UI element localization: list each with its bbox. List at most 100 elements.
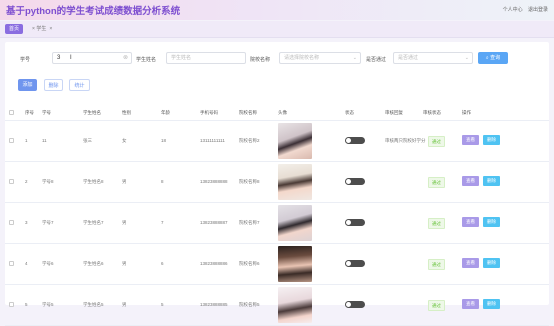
status-badge: 通过 bbox=[428, 136, 445, 147]
tab-student[interactable]: × 学生 × bbox=[28, 24, 56, 34]
col-gender: 性别 bbox=[122, 110, 131, 115]
status-toggle[interactable] bbox=[345, 219, 365, 226]
cell-phone: 13823888887 bbox=[200, 220, 228, 225]
cell-school: 院校名称7 bbox=[239, 220, 260, 225]
cell-name: 学生姓名5 bbox=[83, 302, 104, 307]
cell-name: 张三 bbox=[83, 138, 92, 143]
query-button[interactable]: ⌕ 查询 bbox=[478, 52, 508, 64]
cell-school: 院校名称8 bbox=[239, 179, 260, 184]
col-student-id: 学号 bbox=[42, 110, 51, 115]
delete-button[interactable]: 删除 bbox=[483, 135, 500, 145]
row-checkbox[interactable] bbox=[9, 138, 14, 143]
clear-icon[interactable]: ⊗ bbox=[123, 53, 128, 63]
avatar bbox=[278, 123, 312, 159]
watermark: CSDN @一点毕设 bbox=[470, 290, 543, 300]
cell-index: 2 bbox=[25, 179, 28, 184]
cell-name: 学生姓名6 bbox=[83, 261, 104, 266]
status-badge: 通过 bbox=[428, 300, 445, 311]
cell-school: 院校名称2 bbox=[239, 138, 260, 143]
cell-index: 4 bbox=[25, 261, 28, 266]
student-name-label: 学生姓名 bbox=[136, 57, 157, 63]
view-button[interactable]: 查看 bbox=[462, 176, 479, 186]
header-user-menu: 个人中心 退出登录 bbox=[499, 6, 548, 13]
view-button[interactable]: 查看 bbox=[462, 217, 479, 227]
toggle-knob bbox=[346, 179, 351, 184]
cell-age: 8 bbox=[161, 179, 164, 184]
col-status: 状态 bbox=[345, 110, 354, 115]
cell-index: 3 bbox=[25, 220, 28, 225]
status-toggle[interactable] bbox=[345, 260, 365, 267]
cell-student-id: 学号6 bbox=[42, 261, 54, 266]
cell-phone: 13823888888 bbox=[200, 179, 228, 184]
cell-index: 1 bbox=[25, 138, 28, 143]
select-all-checkbox[interactable] bbox=[9, 110, 14, 115]
delete-button[interactable]: 删除 bbox=[483, 176, 500, 186]
cell-gender: 男 bbox=[122, 220, 127, 225]
app-header: 基于python的学生考试成绩数据分析系统 个人中心 退出登录 bbox=[0, 0, 554, 20]
avatar bbox=[278, 164, 312, 200]
col-school: 院校名称 bbox=[239, 110, 257, 115]
table-row: 4 学号6 学生姓名6 男 6 13823888886 院校名称6 通过 查看 删除 bbox=[5, 244, 549, 285]
status-badge: 通过 bbox=[428, 259, 445, 270]
avatar bbox=[278, 205, 312, 241]
student-id-input[interactable]: 3 I ⊗ bbox=[52, 52, 132, 64]
col-phone: 手机号码 bbox=[200, 110, 218, 115]
col-index: 序号 bbox=[25, 110, 34, 115]
batch-delete-button[interactable]: 删除 bbox=[44, 79, 63, 91]
toggle-knob bbox=[346, 220, 351, 225]
text-cursor-icon: I bbox=[70, 55, 72, 61]
view-button[interactable]: 查看 bbox=[462, 135, 479, 145]
cell-name: 学生姓名8 bbox=[83, 179, 104, 184]
passed-select[interactable]: 是否通过 ⌄ bbox=[393, 52, 473, 64]
cell-gender: 男 bbox=[122, 179, 127, 184]
col-review-status: 审核状态 bbox=[423, 110, 441, 115]
close-icon[interactable]: × bbox=[49, 26, 52, 32]
view-button[interactable]: 查看 bbox=[462, 258, 479, 268]
cell-student-id: 学号5 bbox=[42, 302, 54, 307]
delete-button[interactable]: 删除 bbox=[483, 217, 500, 227]
chevron-down-icon: ⌄ bbox=[352, 55, 357, 61]
col-name: 学生姓名 bbox=[83, 110, 101, 115]
row-checkbox[interactable] bbox=[9, 179, 14, 184]
stats-button[interactable]: 统计 bbox=[69, 79, 90, 91]
tab-home[interactable]: 首页 bbox=[5, 24, 24, 34]
cell-gender: 男 bbox=[122, 302, 127, 307]
status-badge: 通过 bbox=[428, 177, 445, 188]
row-checkbox[interactable] bbox=[9, 261, 14, 266]
main-panel: 学号 3 I ⊗ 学生姓名 学生姓名 院校名称 请选择院校名称 ⌄ 是否通过 是… bbox=[5, 42, 549, 326]
cell-school: 院校名称6 bbox=[239, 261, 260, 266]
status-toggle[interactable] bbox=[345, 137, 365, 144]
user-center-link[interactable]: 个人中心 bbox=[503, 7, 523, 13]
student-id-label: 学号 bbox=[20, 57, 31, 63]
passed-label: 是否通过 bbox=[366, 57, 387, 63]
cell-student-id: 学号8 bbox=[42, 179, 54, 184]
status-toggle[interactable] bbox=[345, 178, 365, 185]
cell-student-id: 11 bbox=[42, 138, 47, 143]
cell-gender: 男 bbox=[122, 261, 127, 266]
avatar bbox=[278, 246, 312, 282]
row-checkbox[interactable] bbox=[9, 220, 14, 225]
col-avatar: 头像 bbox=[278, 110, 287, 115]
student-name-input[interactable]: 学生姓名 bbox=[166, 52, 246, 64]
cell-age: 6 bbox=[161, 261, 164, 266]
cell-reply: 审核两只院校好学分 bbox=[385, 138, 426, 143]
app-title: 基于python的学生考试成绩数据分析系统 bbox=[6, 6, 181, 17]
cell-age: 7 bbox=[161, 220, 164, 225]
add-button[interactable]: 添加 bbox=[18, 79, 37, 91]
table-header: 序号 学号 学生姓名 性别 年龄 手机号码 院校名称 头像 状态 审核回复 审核… bbox=[5, 105, 549, 121]
tab-bar: 首页 × 学生 × bbox=[0, 21, 554, 38]
toggle-knob bbox=[346, 138, 351, 143]
close-icon[interactable]: × bbox=[32, 26, 35, 32]
avatar bbox=[278, 287, 312, 323]
logout-link[interactable]: 退出登录 bbox=[528, 7, 548, 13]
cell-name: 学生姓名7 bbox=[83, 220, 104, 225]
cell-phone: 13111111111 bbox=[200, 138, 225, 143]
table-row: 5 学号5 学生姓名5 男 5 13823888885 院校名称5 通过 查看 删除 bbox=[5, 285, 549, 326]
col-actions: 操作 bbox=[462, 110, 471, 115]
status-badge: 通过 bbox=[428, 218, 445, 229]
school-select[interactable]: 请选择院校名称 ⌄ bbox=[279, 52, 361, 64]
cell-student-id: 学号7 bbox=[42, 220, 54, 225]
delete-button[interactable]: 删除 bbox=[483, 258, 500, 268]
cell-gender: 女 bbox=[122, 138, 127, 143]
table-row: 3 学号7 学生姓名7 男 7 13823888887 院校名称7 通过 查看 删除 bbox=[5, 203, 549, 244]
